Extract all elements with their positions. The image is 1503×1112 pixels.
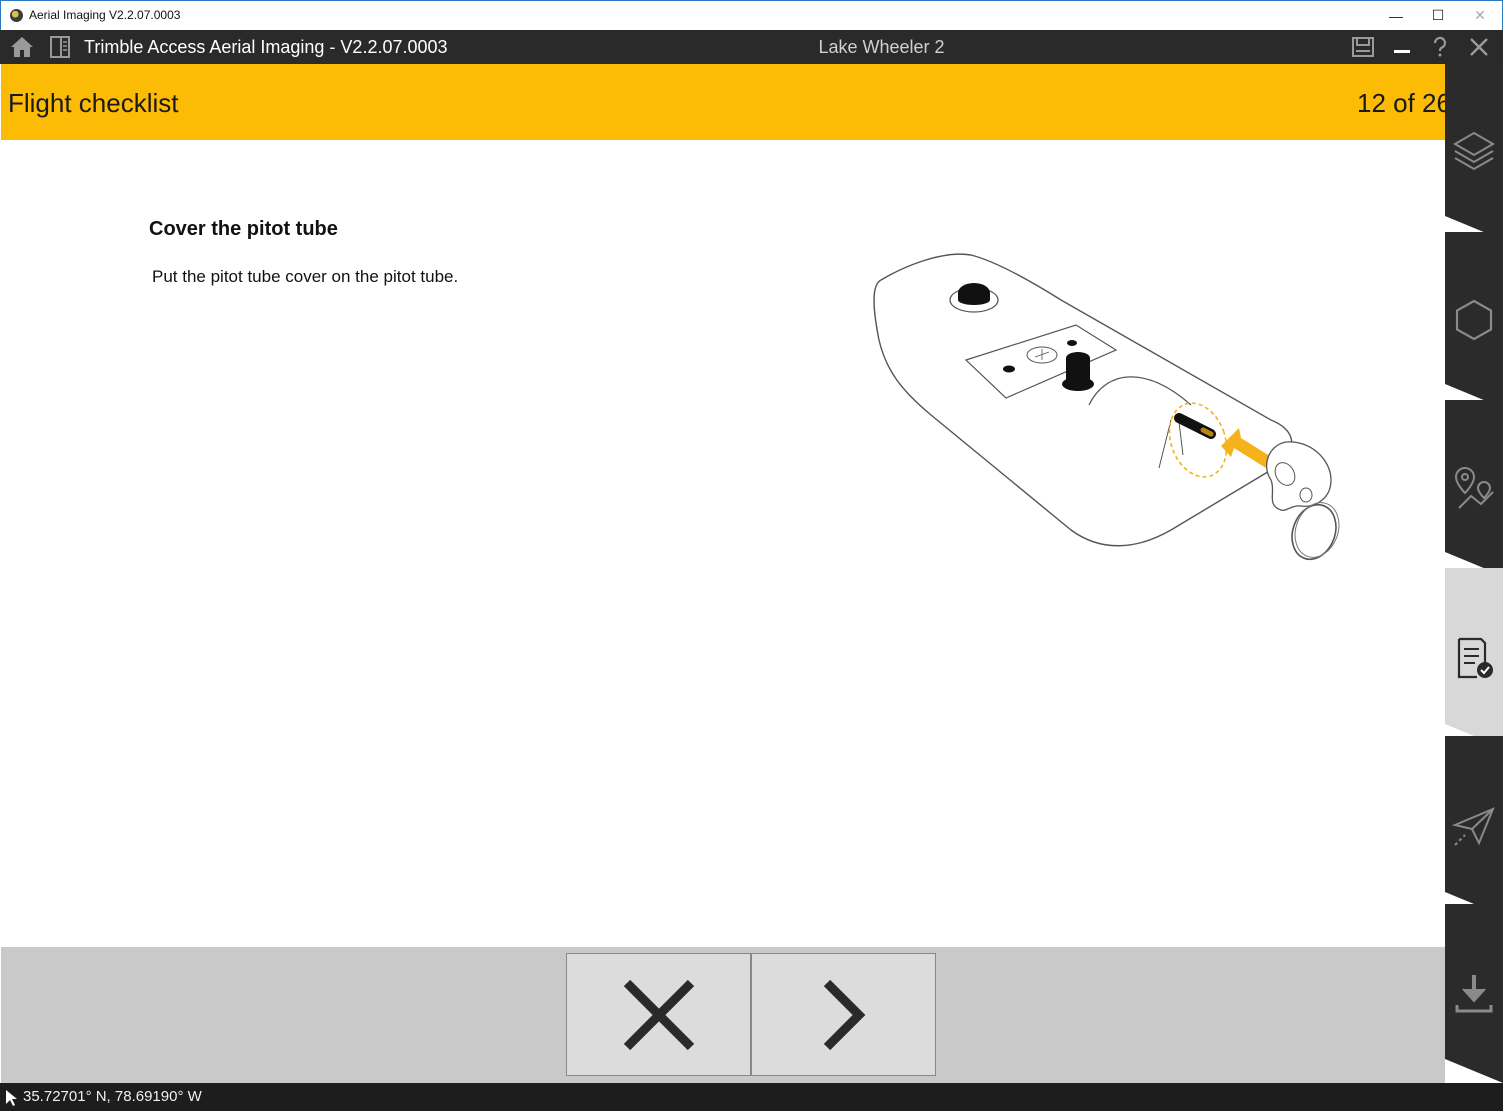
home-icon[interactable] <box>8 34 36 60</box>
tab-checklist[interactable] <box>1445 568 1503 748</box>
cursor-icon <box>5 1089 19 1112</box>
tab-map-location[interactable] <box>1445 400 1503 576</box>
close-x-icon <box>623 979 694 1050</box>
step-counter: 12 of 26 <box>1357 88 1445 118</box>
step-instruction: Put the pitot tube cover on the pitot tu… <box>152 267 459 286</box>
checklist-banner: Flight checklist 12 of 26 <box>1 64 1445 140</box>
paper-plane-icon <box>1451 803 1497 849</box>
tab-download[interactable] <box>1445 904 1503 1083</box>
save-icon[interactable] <box>1349 34 1377 60</box>
status-bar: 35.72701° N, 78.69190° W <box>0 1083 1503 1111</box>
help-icon[interactable] <box>1426 34 1454 60</box>
tab-area[interactable] <box>1445 232 1503 408</box>
minimize-icon[interactable] <box>1388 34 1416 60</box>
cancel-button[interactable] <box>566 953 751 1076</box>
page-title: Flight checklist <box>8 88 179 118</box>
os-title-bar: Aerial Imaging V2.2.07.0003 — ☐ ✕ <box>0 0 1503 30</box>
hexagon-icon <box>1452 298 1496 342</box>
checklist-step-content: Cover the pitot tube Put the pitot tube … <box>1 140 1445 947</box>
pitot-tube-illustration <box>873 253 1340 561</box>
chevron-right-icon <box>823 979 865 1050</box>
panel-toggle-icon[interactable] <box>46 34 74 60</box>
checklist-icon <box>1451 635 1497 681</box>
cursor-coordinates: 35.72701° N, 78.69190° W <box>23 1088 202 1105</box>
os-window-title: Aerial Imaging V2.2.07.0003 <box>29 8 181 22</box>
tab-flight[interactable] <box>1445 736 1503 916</box>
right-sidebar <box>1445 64 1503 1083</box>
step-heading: Cover the pitot tube <box>149 218 338 240</box>
os-minimize-button[interactable]: — <box>1375 1 1417 30</box>
os-close-button[interactable]: ✕ <box>1459 1 1501 30</box>
next-button[interactable] <box>751 953 936 1076</box>
app-logo-icon <box>10 9 23 22</box>
footer-bar <box>1 947 1445 1083</box>
os-maximize-button[interactable]: ☐ <box>1417 1 1459 30</box>
app-title: Trimble Access Aerial Imaging - V2.2.07.… <box>84 37 448 57</box>
close-icon[interactable] <box>1465 34 1493 60</box>
download-icon <box>1451 971 1497 1017</box>
layers-icon <box>1451 129 1497 175</box>
app-header: Trimble Access Aerial Imaging - V2.2.07.… <box>0 30 1503 64</box>
map-pin-icon <box>1451 464 1497 512</box>
tab-layers[interactable] <box>1445 64 1503 240</box>
